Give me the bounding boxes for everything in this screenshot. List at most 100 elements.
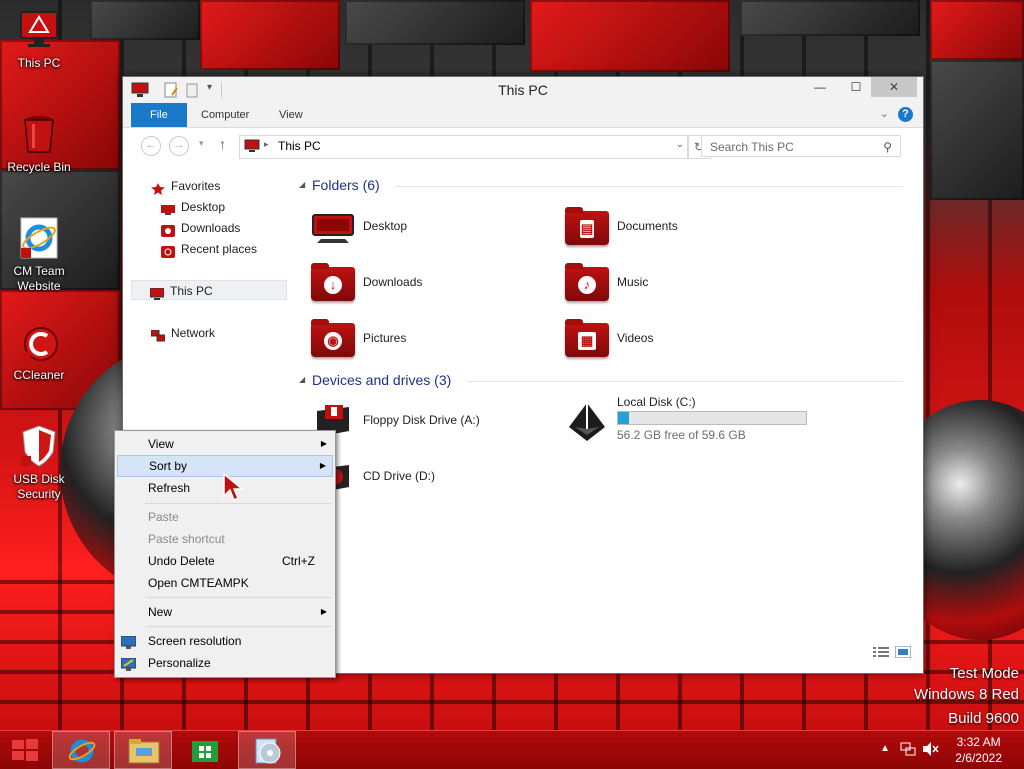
- nav-favorites[interactable]: Favorites: [151, 176, 220, 196]
- folder-label: Pictures: [363, 331, 407, 345]
- drive-label: Floppy Disk Drive (A:): [363, 413, 480, 427]
- start-button[interactable]: [0, 731, 50, 769]
- menu-label: Screen resolution: [148, 634, 242, 648]
- search-input[interactable]: Search This PC ⚲: [701, 135, 901, 157]
- menu-label: Paste shortcut: [148, 532, 225, 546]
- forward-button[interactable]: →: [169, 136, 189, 156]
- up-arrow-icon[interactable]: ↑: [219, 136, 226, 152]
- address-text[interactable]: This PC: [278, 139, 321, 153]
- large-icons-view-icon[interactable]: [894, 645, 912, 661]
- menu-item-view[interactable]: View ▶: [117, 433, 333, 455]
- window-title: This PC: [498, 82, 548, 98]
- taskbar-store[interactable]: [176, 731, 234, 769]
- nav-this-pc[interactable]: This PC: [131, 280, 287, 300]
- watermark-test-mode: Test Mode: [949, 665, 1019, 682]
- drive-free-space: 56.2 GB free of 59.6 GB: [617, 428, 746, 442]
- this-pc-small-icon: [244, 139, 260, 156]
- collapse-folders-icon[interactable]: ◢: [299, 180, 305, 189]
- media-disc-icon: [255, 738, 281, 764]
- maximize-button[interactable]: ☐: [841, 77, 871, 97]
- watermark-edition: Windows 8 Red: [913, 686, 1019, 703]
- collapse-devices-icon[interactable]: ◢: [299, 375, 305, 384]
- desktop-icon-this-pc[interactable]: This PC: [1, 8, 77, 71]
- menu-item-paste-shortcut[interactable]: Paste shortcut: [117, 528, 333, 550]
- this-pc-small-icon: [149, 286, 165, 300]
- downloads-icon: [161, 223, 175, 237]
- nav-recent-places[interactable]: Recent places: [161, 239, 257, 259]
- desktop-icon-label: CCleaner: [13, 368, 65, 382]
- drive-label: CD Drive (D:): [363, 469, 435, 483]
- recycle-bin-icon: [17, 112, 61, 156]
- desktop-icon-usb-disk-security[interactable]: USB Disk Security: [1, 424, 77, 502]
- show-hidden-icons-icon[interactable]: ▲: [880, 743, 890, 754]
- folder-label: Downloads: [363, 275, 423, 289]
- nav-desktop[interactable]: Desktop: [161, 197, 225, 217]
- menu-item-personalize[interactable]: Personalize: [117, 652, 333, 674]
- nav-label: This PC: [170, 284, 213, 298]
- group-divider: [467, 381, 903, 382]
- desktop-icon-label: USB Disk Security: [13, 472, 65, 501]
- search-icon: ⚲: [883, 140, 892, 154]
- back-button[interactable]: ←: [141, 136, 161, 156]
- menu-label: Undo Delete: [148, 554, 215, 568]
- desktop-context-menu: View ▶ Sort by ▶ Refresh Paste Paste short…: [114, 430, 336, 678]
- nav-network[interactable]: Network: [150, 323, 215, 343]
- menu-item-undo-delete[interactable]: Undo Delete Ctrl+Z: [117, 550, 333, 572]
- tab-file[interactable]: File: [131, 103, 187, 127]
- menu-item-open-cmteampk[interactable]: Open CMTEAMPK: [117, 572, 333, 594]
- folder-icon: [128, 739, 160, 764]
- address-row: ← → ▾ ↑ ▸ This PC ⌄ ↻ Search This PC ⚲: [123, 128, 923, 164]
- folders-group-header[interactable]: Folders (6): [312, 177, 380, 193]
- group-divider: [395, 186, 903, 187]
- devices-group-header[interactable]: Devices and drives (3): [312, 372, 451, 388]
- nav-label: Favorites: [171, 179, 221, 193]
- personalize-icon: [120, 656, 137, 671]
- menu-item-new[interactable]: New ▶: [117, 601, 333, 623]
- network-icon: [150, 328, 166, 342]
- store-icon: [192, 741, 218, 762]
- folder-label: Documents: [617, 219, 678, 233]
- menu-label: Refresh: [148, 481, 191, 495]
- pictures-folder-icon: ◉: [311, 319, 355, 357]
- title-bar[interactable]: ▾ This PC — ☐ ✕: [123, 77, 923, 103]
- desktop-icon-cm-team-website[interactable]: CM Team Website: [1, 216, 77, 294]
- nav-label: Recent places: [181, 242, 258, 256]
- taskbar-file-explorer[interactable]: [114, 731, 172, 769]
- help-icon[interactable]: ?: [898, 107, 913, 122]
- clock-date: 2/6/2022: [955, 751, 1002, 765]
- ribbon-tabs: File Computer View ⌄ ?: [123, 103, 923, 128]
- tab-computer[interactable]: Computer: [187, 103, 263, 127]
- menu-item-paste[interactable]: Paste: [117, 506, 333, 528]
- details-view-icon[interactable]: [873, 646, 889, 661]
- ccleaner-icon: [17, 320, 61, 364]
- desktop-folder-icon: [311, 207, 355, 247]
- submenu-arrow-icon: ▶: [320, 607, 327, 616]
- address-bar[interactable]: ▸ This PC ⌄: [239, 135, 689, 159]
- clock-time: 3:32 AM: [956, 735, 1001, 749]
- monitor-icon: [17, 8, 61, 52]
- tab-view[interactable]: View: [265, 103, 317, 127]
- bg-cube: [740, 0, 920, 36]
- recent-locations-icon[interactable]: ▾: [199, 138, 204, 149]
- menu-label: New: [148, 605, 173, 619]
- documents-folder-icon: ▤: [565, 207, 609, 245]
- expand-ribbon-icon[interactable]: ⌄: [880, 107, 889, 120]
- menu-separator: [145, 626, 331, 627]
- network-tray-icon[interactable]: [900, 741, 916, 760]
- shield-icon: [17, 424, 61, 468]
- menu-item-screen-resolution[interactable]: Screen resolution: [117, 630, 333, 652]
- taskbar-internet-explorer[interactable]: [52, 731, 110, 769]
- address-dropdown-icon[interactable]: ⌄: [676, 139, 684, 150]
- breadcrumb-chevron-icon[interactable]: ▸: [264, 139, 269, 150]
- close-button[interactable]: ✕: [871, 77, 917, 97]
- desktop-icon-ccleaner[interactable]: CCleaner: [1, 320, 77, 383]
- menu-shortcut: Ctrl+Z: [282, 554, 315, 568]
- desktop-icon-recycle-bin[interactable]: Recycle Bin: [1, 112, 77, 175]
- minimize-button[interactable]: —: [805, 77, 835, 97]
- nav-downloads[interactable]: Downloads: [161, 218, 240, 238]
- taskbar-media-app[interactable]: [238, 731, 296, 769]
- content-pane[interactable]: ◢ Folders (6) Desktop ▤ Documents ↓ Down…: [295, 163, 923, 673]
- system-clock[interactable]: 3:32 AM 2/6/2022: [955, 734, 1002, 766]
- taskbar: ▲ 3:32 AM 2/6/2022: [0, 730, 1024, 769]
- volume-muted-icon[interactable]: [922, 741, 940, 760]
